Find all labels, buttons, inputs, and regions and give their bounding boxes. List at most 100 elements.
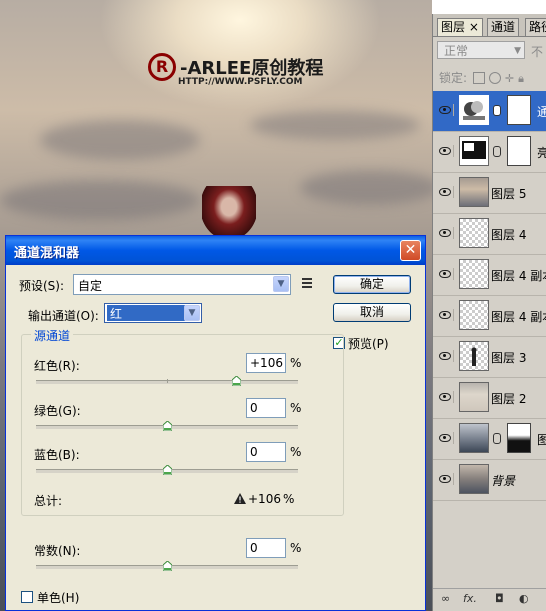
eye-icon[interactable] — [437, 145, 454, 157]
watermark-url: HTTP://WWW.PSFLY.COM — [178, 77, 303, 87]
lock-row: 锁定: ✛ 🔒︎ — [439, 69, 524, 86]
tab-layers[interactable]: 图层 × — [437, 18, 483, 36]
green-channel-label: 绿色(G): — [34, 404, 81, 418]
constant-value-input[interactable]: 0 — [246, 538, 286, 558]
cloud-shape — [250, 110, 420, 140]
layer-thumbnail — [459, 177, 489, 207]
blend-mode-select[interactable]: 正常 ▼ — [437, 41, 525, 59]
layer-thumbnail — [459, 341, 489, 371]
layer-row[interactable]: 图层 4 副本 — [433, 296, 546, 337]
panel-tabs: 图层 × 通道 路径 — [433, 14, 546, 37]
blue-percent-sign: % — [290, 445, 302, 459]
blend-mode-value: 正常 — [444, 44, 469, 58]
layer-row[interactable]: 通 — [433, 91, 546, 132]
monochrome-label: 单色(H) — [37, 591, 80, 605]
layer-row[interactable]: 图层 5 — [433, 173, 546, 214]
link-layers-icon[interactable]: ∞ — [441, 592, 450, 605]
red-value-input[interactable]: +106 — [246, 353, 286, 373]
eye-icon[interactable] — [437, 391, 454, 403]
layer-thumbnail — [459, 136, 489, 166]
green-percent-sign: % — [290, 401, 302, 415]
chevron-down-icon: ▼ — [514, 46, 521, 56]
layer-mask-thumbnail[interactable] — [507, 95, 531, 125]
total-value: +106 — [248, 492, 281, 506]
preset-select[interactable]: 自定 ▼ — [73, 274, 291, 295]
layer-row[interactable]: 图层 4 副本 — [433, 255, 546, 296]
link-icon[interactable] — [493, 433, 501, 444]
panel-footer: ∞ fx. ◘ ◐ — [433, 588, 546, 611]
layer-name: 图层 2 — [491, 392, 527, 406]
constant-channel-label: 常数(N): — [34, 544, 81, 558]
layer-mask-thumbnail[interactable] — [507, 136, 531, 166]
eye-icon[interactable] — [437, 473, 454, 485]
red-slider-track[interactable] — [36, 379, 298, 384]
layer-row[interactable]: 图层 2 — [433, 378, 546, 419]
tab-paths-label: 路径 — [529, 20, 546, 34]
add-mask-icon[interactable]: ◘ — [495, 592, 504, 605]
layer-thumbnail — [459, 382, 489, 412]
adjustment-layer-icon[interactable]: ◐ — [519, 592, 529, 605]
lock-paint-icon[interactable] — [488, 71, 501, 84]
eye-icon[interactable] — [437, 432, 454, 444]
output-channel-select[interactable]: 红 ▼ — [104, 303, 202, 323]
tab-close-icon[interactable]: × — [469, 20, 479, 34]
opacity-label: 不 — [531, 45, 544, 59]
fx-icon[interactable]: fx. — [463, 592, 477, 605]
red-channel-label: 红色(R): — [34, 359, 80, 373]
lock-move-icon[interactable]: ✛ — [505, 72, 514, 86]
registered-icon: R — [148, 53, 176, 81]
eye-icon[interactable] — [437, 227, 454, 239]
layer-name: 图层 4 — [491, 228, 527, 242]
lock-transparency-icon[interactable] — [472, 71, 485, 84]
eye-icon[interactable] — [437, 350, 454, 362]
tab-paths[interactable]: 路径 — [525, 18, 546, 36]
green-value-input[interactable]: 0 — [246, 398, 286, 418]
eye-icon[interactable] — [437, 309, 454, 321]
layer-mask-thumbnail[interactable] — [507, 423, 531, 453]
tab-layers-label: 图层 — [441, 20, 466, 34]
layer-thumbnail — [459, 259, 489, 289]
link-icon[interactable] — [493, 105, 501, 116]
layer-name: 图层 5 — [491, 187, 527, 201]
layer-name: 图层 4 副本 — [491, 310, 546, 324]
green-slider-thumb[interactable] — [163, 421, 172, 431]
lock-all-icon[interactable]: 🔒︎ — [518, 72, 524, 86]
layer-thumbnail — [459, 423, 489, 453]
red-percent-sign: % — [290, 356, 302, 370]
monochrome-checkbox[interactable] — [21, 591, 33, 603]
layer-row[interactable]: 图层 — [433, 419, 546, 460]
blue-channel-label: 蓝色(B): — [34, 448, 80, 462]
constant-percent-sign: % — [290, 541, 302, 555]
dialog-titlebar[interactable]: 通道混和器 ✕ — [6, 236, 425, 265]
layer-name: 背景 — [491, 474, 516, 488]
blue-slider-thumb[interactable] — [163, 465, 172, 475]
link-icon[interactable] — [493, 146, 501, 157]
tab-channels-label: 通道 — [491, 20, 516, 34]
total-label: 总计: — [34, 494, 63, 508]
blue-value-input[interactable]: 0 — [246, 442, 286, 462]
chevron-down-icon: ▼ — [273, 276, 289, 292]
preset-value: 自定 — [78, 279, 103, 293]
channel-mixer-dialog: 通道混和器 ✕ 预设(S): 自定 ▼ 确定 取消 ✓ 预览(P) 输出通道(O… — [5, 235, 426, 611]
preset-menu-icon[interactable] — [302, 278, 316, 288]
close-button[interactable]: ✕ — [400, 240, 421, 261]
center-tick — [167, 379, 168, 383]
layer-row[interactable]: 图层 4 — [433, 214, 546, 255]
layer-list: 通 亮 图层 5 图层 4 图层 4 副本 — [433, 91, 546, 501]
layer-row[interactable]: 背景 — [433, 460, 546, 501]
layer-thumbnail — [459, 464, 489, 494]
layer-row[interactable]: 图层 3 — [433, 337, 546, 378]
cancel-button[interactable]: 取消 — [333, 303, 411, 322]
warning-icon — [234, 493, 246, 504]
eye-icon[interactable] — [437, 186, 454, 198]
ok-button[interactable]: 确定 — [333, 275, 411, 294]
eye-icon[interactable] — [437, 104, 454, 116]
eye-icon[interactable] — [437, 268, 454, 280]
cloud-shape — [40, 120, 200, 160]
layer-row[interactable]: 亮 — [433, 132, 546, 173]
tab-channels[interactable]: 通道 — [487, 18, 520, 36]
constant-slider-thumb[interactable] — [163, 561, 172, 571]
dialog-title: 通道混和器 — [14, 246, 80, 261]
red-slider-thumb[interactable] — [232, 376, 242, 386]
layer-name: 图层 4 副本 — [491, 269, 546, 283]
